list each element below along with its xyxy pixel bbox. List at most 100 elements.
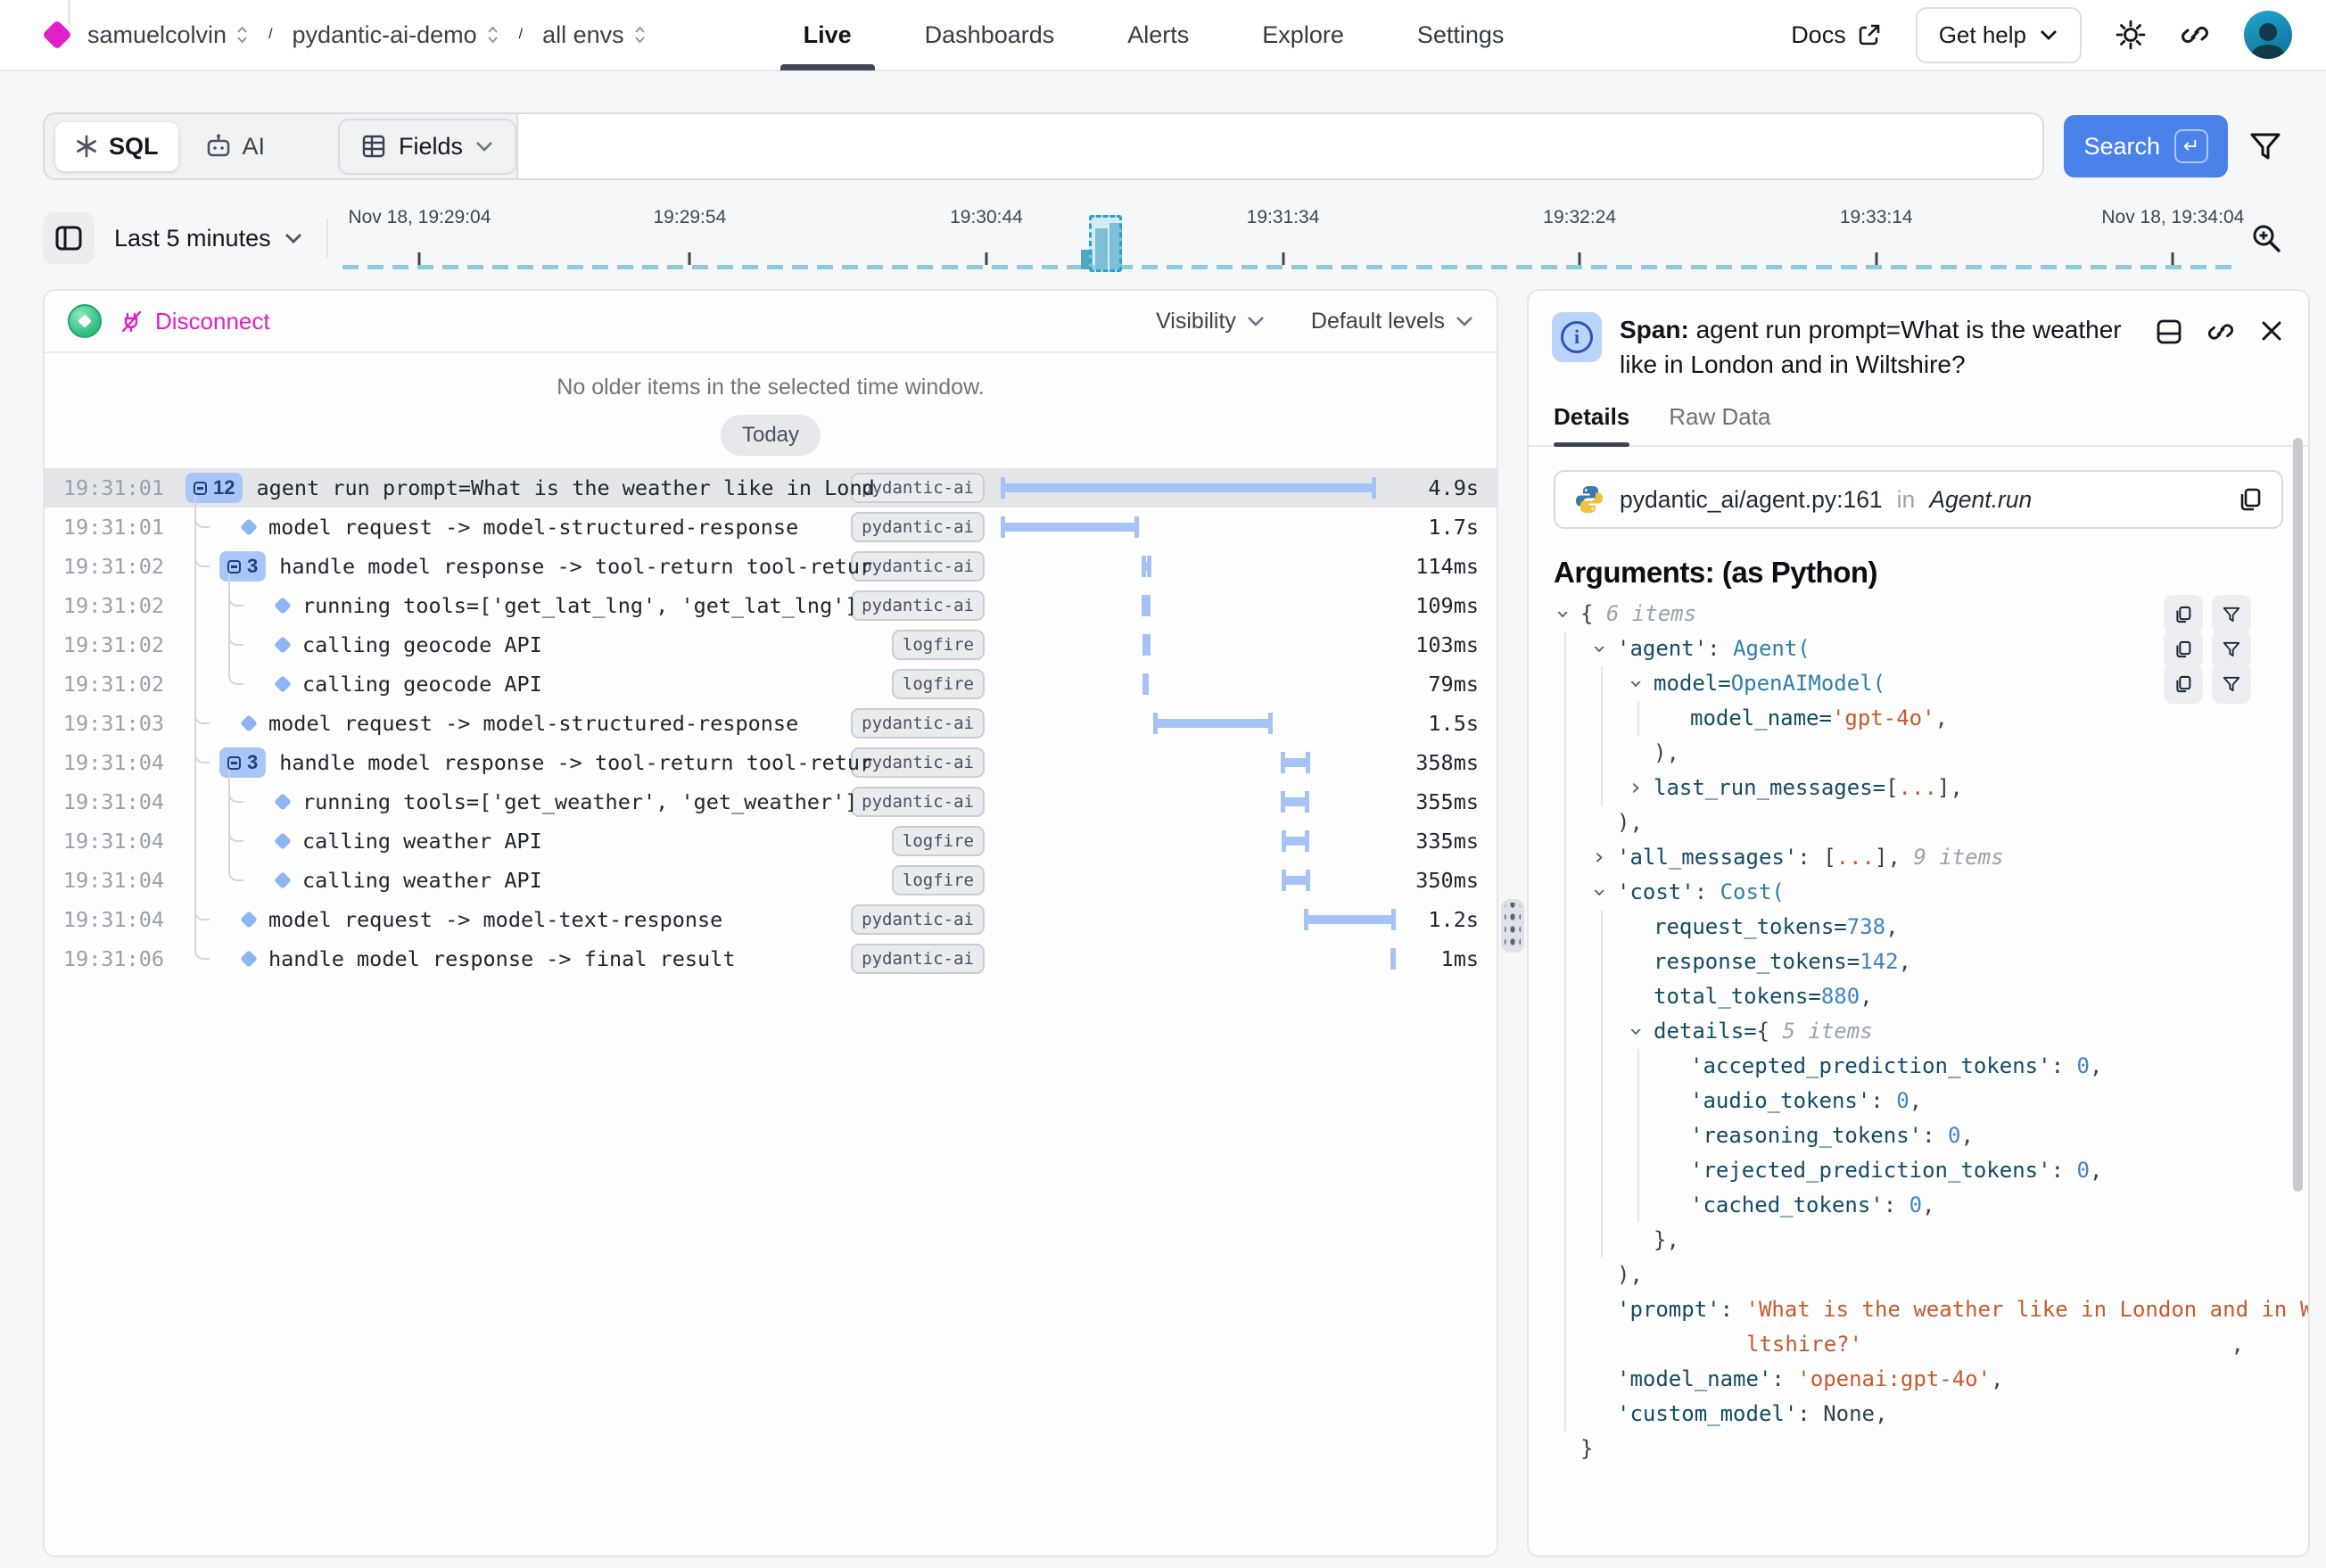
filter-value-button[interactable] bbox=[2212, 630, 2251, 669]
trace-row[interactable]: 19:31:06handle model response -> final r… bbox=[45, 939, 1497, 978]
indent-guide bbox=[1601, 1049, 1603, 1084]
expand-caret-icon[interactable]: › bbox=[1629, 771, 1643, 805]
fields-dropdown[interactable]: Fields bbox=[338, 119, 516, 175]
duration-bar[interactable] bbox=[1142, 595, 1151, 616]
time-selection-region[interactable] bbox=[1089, 215, 1122, 272]
sql-mode-button[interactable]: SQL bbox=[55, 122, 178, 171]
trace-row[interactable]: 19:31:043handle model response -> tool-r… bbox=[45, 743, 1497, 782]
nav-alerts[interactable]: Alerts bbox=[1104, 0, 1212, 70]
collapse-caret-icon[interactable]: › bbox=[1618, 1025, 1653, 1039]
breadcrumb-env[interactable]: all envs bbox=[542, 21, 647, 49]
indent-guide bbox=[1601, 701, 1603, 736]
trace-row[interactable]: 19:31:04model request -> model-text-resp… bbox=[45, 900, 1497, 939]
collapse-caret-icon[interactable]: › bbox=[1618, 677, 1653, 691]
collapse-count-badge[interactable]: 3 bbox=[219, 747, 266, 778]
code-token: : bbox=[1922, 1123, 1948, 1148]
close-panel-button[interactable] bbox=[2258, 318, 2285, 344]
code-token: 'gpt-4o' bbox=[1832, 706, 1935, 730]
duration-bar[interactable] bbox=[1001, 477, 1376, 499]
toggle-sidebar-button[interactable] bbox=[43, 212, 95, 264]
breadcrumb-workspace[interactable]: samuelcolvin bbox=[87, 21, 249, 49]
trace-row[interactable]: 19:31:02running tools=['get_lat_lng', 'g… bbox=[45, 586, 1497, 625]
zoom-in-button[interactable] bbox=[2249, 221, 2283, 255]
query-input[interactable] bbox=[516, 114, 2042, 178]
trace-row[interactable]: 19:31:04running tools=['get_weather', 'g… bbox=[45, 782, 1497, 821]
duration-bar[interactable] bbox=[1142, 556, 1151, 577]
trace-row[interactable]: 19:31:03model request -> model-structure… bbox=[45, 704, 1497, 743]
duration-bar-lane bbox=[992, 508, 1411, 547]
duration-bar[interactable] bbox=[1142, 634, 1151, 656]
disconnect-button[interactable]: Disconnect bbox=[120, 308, 270, 335]
nav-dashboards[interactable]: Dashboards bbox=[902, 0, 1078, 70]
trace-row[interactable]: 19:31:02calling geocode APIlogfire103ms bbox=[45, 625, 1497, 664]
docs-link[interactable]: Docs bbox=[1791, 21, 1882, 49]
logfire-logo-icon[interactable] bbox=[42, 20, 72, 50]
time-axis[interactable]: Nov 18, 19:29:0419:29:5419:30:4419:31:34… bbox=[342, 200, 2231, 276]
expand-caret-icon[interactable]: › bbox=[1592, 840, 1606, 875]
nav-live[interactable]: Live bbox=[780, 0, 875, 70]
filter-value-button[interactable] bbox=[2212, 664, 2251, 704]
code-line: ›'agent': Agent( bbox=[1554, 631, 2283, 666]
share-link-button[interactable] bbox=[2180, 20, 2210, 50]
trace-row[interactable]: 19:31:023handle model response -> tool-r… bbox=[45, 547, 1497, 586]
copy-source-button[interactable] bbox=[2237, 486, 2264, 513]
duration-bar[interactable] bbox=[1001, 516, 1139, 538]
tree-elbow-line bbox=[194, 704, 210, 724]
panel-resize-handle[interactable] bbox=[1501, 899, 1524, 953]
ai-mode-button[interactable]: AI bbox=[187, 122, 284, 171]
tab-raw-data[interactable]: Raw Data bbox=[1669, 403, 1770, 445]
dock-panel-button[interactable] bbox=[2155, 318, 2183, 346]
collapse-caret-icon[interactable]: › bbox=[1581, 886, 1616, 900]
scope-tag-chip[interactable]: logfire bbox=[892, 865, 985, 895]
copy-link-button[interactable] bbox=[2206, 318, 2235, 346]
trace-row[interactable]: 19:31:04calling weather APIlogfire350ms bbox=[45, 861, 1497, 900]
scope-tag-chip[interactable]: logfire bbox=[892, 826, 985, 856]
indent-guide bbox=[1637, 1049, 1639, 1084]
collapse-count-badge[interactable]: 3 bbox=[219, 551, 266, 582]
tab-details[interactable]: Details bbox=[1554, 403, 1629, 445]
trace-row[interactable]: 19:31:0112agent run prompt=What is the w… bbox=[45, 468, 1497, 508]
time-range-dropdown[interactable]: Last 5 minutes bbox=[114, 225, 303, 252]
trace-row[interactable]: 19:31:04calling weather APIlogfire335ms bbox=[45, 821, 1497, 861]
filter-value-button[interactable] bbox=[2212, 595, 2251, 634]
duration-bar[interactable] bbox=[1390, 948, 1396, 970]
trace-row[interactable]: 19:31:01model request -> model-structure… bbox=[45, 508, 1497, 547]
source-location-chip[interactable]: pydantic_ai/agent.py:161 in Agent.run bbox=[1554, 470, 2283, 529]
get-help-button[interactable]: Get help bbox=[1916, 7, 2082, 63]
today-pill[interactable]: Today bbox=[721, 415, 821, 456]
search-button[interactable]: Search ↵ bbox=[2064, 115, 2228, 177]
nav-settings[interactable]: Settings bbox=[1394, 0, 1528, 70]
trace-row-time: 19:31:01 bbox=[45, 515, 178, 540]
collapse-caret-icon[interactable]: › bbox=[1581, 642, 1616, 656]
filter-button[interactable] bbox=[2248, 128, 2283, 164]
copy-value-button[interactable] bbox=[2164, 595, 2203, 634]
user-avatar[interactable] bbox=[2244, 11, 2292, 59]
scope-tag-chip[interactable]: logfire bbox=[892, 630, 985, 660]
tree-elbow-line bbox=[228, 664, 243, 685]
trace-row-label: model request -> model-structured-respon… bbox=[268, 711, 798, 736]
duration-bar[interactable] bbox=[1282, 870, 1310, 891]
duration-bar[interactable] bbox=[1142, 673, 1149, 695]
scope-tag-chip[interactable]: logfire bbox=[892, 669, 985, 699]
code-token: 'openai:gpt-4o' bbox=[1797, 1366, 1991, 1391]
collapse-caret-icon[interactable]: › bbox=[1545, 607, 1580, 622]
code-line: model_name='gpt-4o', bbox=[1554, 701, 2283, 736]
visibility-dropdown[interactable]: Visibility bbox=[1156, 309, 1265, 334]
duration-bar[interactable] bbox=[1282, 830, 1309, 852]
duration-bar[interactable] bbox=[1304, 909, 1397, 930]
copy-value-button[interactable] bbox=[2164, 664, 2203, 704]
duration-bar[interactable] bbox=[1281, 752, 1310, 773]
duration-bar[interactable] bbox=[1281, 791, 1309, 813]
duration-bar[interactable] bbox=[1153, 713, 1273, 734]
code-token: : bbox=[2051, 1053, 2077, 1078]
timeline-divider bbox=[326, 219, 328, 258]
breadcrumb-project[interactable]: pydantic-ai-demo bbox=[293, 21, 499, 49]
default-levels-dropdown[interactable]: Default levels bbox=[1311, 309, 1473, 334]
trace-row[interactable]: 19:31:02calling geocode APIlogfire79ms bbox=[45, 664, 1497, 704]
code-token: 'cost' bbox=[1617, 879, 1695, 904]
detail-scrollbar[interactable] bbox=[2293, 438, 2303, 1192]
copy-value-button[interactable] bbox=[2164, 630, 2203, 669]
theme-toggle-button[interactable] bbox=[2116, 20, 2146, 50]
nav-explore[interactable]: Explore bbox=[1239, 0, 1367, 70]
code-token: ), bbox=[1617, 810, 1643, 835]
